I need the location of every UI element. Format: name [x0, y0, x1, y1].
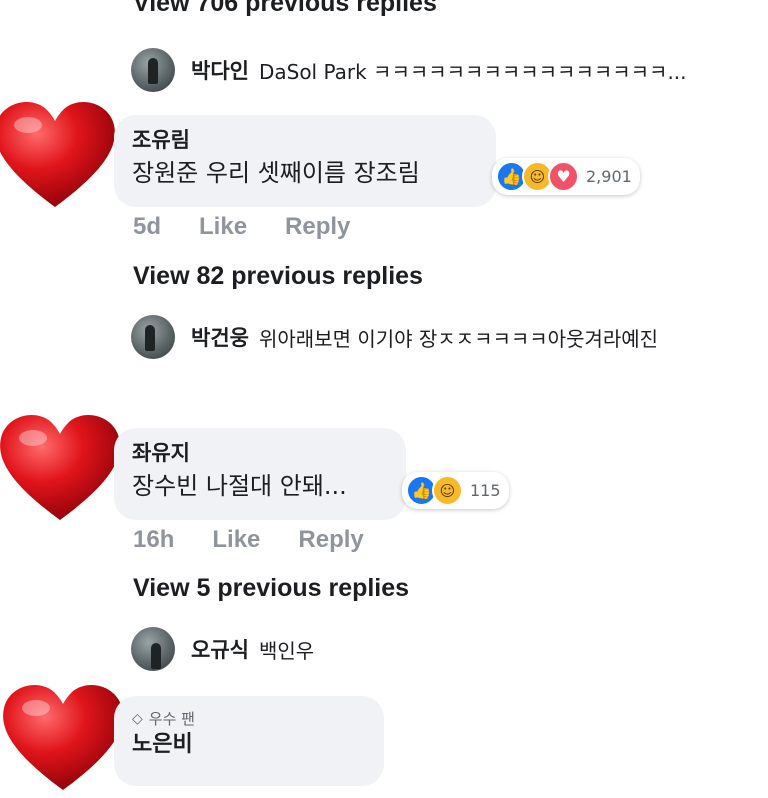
- reply-row: 오규식 백인우: [131, 627, 314, 671]
- comment-timestamp[interactable]: 5d: [133, 213, 161, 241]
- comment-text: 장수빈 나절대 안돼...: [132, 472, 347, 500]
- like-link[interactable]: Like: [199, 213, 247, 241]
- heart-icon: [0, 102, 115, 207]
- view-previous-replies-link[interactable]: View 706 previous replies: [133, 0, 437, 18]
- like-link[interactable]: Like: [212, 526, 260, 554]
- reply-author-name[interactable]: 박건웅: [191, 322, 249, 352]
- comment-author-name[interactable]: 노은비: [132, 730, 366, 760]
- badge-label: 우수 팬: [148, 710, 195, 728]
- top-fan-badge: ◇ 우수 팬: [132, 708, 366, 730]
- avatar[interactable]: [131, 48, 175, 92]
- reply-author-name[interactable]: 박다인: [191, 55, 249, 85]
- love-reaction-icon: ♥: [548, 161, 579, 192]
- comment-bubble: 조유림 장원준 우리 셋째이름 장조림: [114, 115, 496, 207]
- heart-icon: [0, 415, 120, 520]
- comment-meta: 16h Like Reply: [133, 526, 364, 554]
- reaction-count: 2,901: [586, 167, 632, 186]
- comment-bubble: ◇ 우수 팬 노은비: [114, 696, 384, 786]
- heart-icon: [3, 685, 123, 790]
- reply-row: 박다인 DaSol Park ㅋㅋㅋㅋㅋㅋㅋㅋㅋㅋㅋㅋㅋㅋㅋㅋ...: [131, 48, 687, 92]
- reply-link[interactable]: Reply: [298, 526, 363, 554]
- comment-text: 장원준 우리 셋째이름 장조림: [132, 159, 420, 187]
- comment-timestamp[interactable]: 16h: [133, 526, 174, 554]
- reaction-count: 115: [470, 481, 501, 500]
- reply-text: 위아래보면 이기야 장ㅈㅈㅋㅋㅋㅋ아웃겨라예진: [258, 326, 659, 351]
- reply-link[interactable]: Reply: [285, 213, 350, 241]
- reply-author-name[interactable]: 오규식: [191, 634, 249, 664]
- reply-text: 백인우: [258, 638, 315, 663]
- comment-meta: 5d Like Reply: [133, 213, 350, 241]
- avatar[interactable]: [131, 315, 175, 359]
- reply-row: 박건웅 위아래보면 이기야 장ㅈㅈㅋㅋㅋㅋ아웃겨라예진: [131, 315, 658, 359]
- view-previous-replies-link[interactable]: View 82 previous replies: [133, 262, 423, 291]
- comment-author-name[interactable]: 좌유지: [132, 438, 388, 468]
- reactions-summary[interactable]: 👍 ☺ ♥ 2,901: [492, 158, 640, 195]
- comment-author-name[interactable]: 조유림: [132, 125, 478, 155]
- reply-text: DaSol Park ㅋㅋㅋㅋㅋㅋㅋㅋㅋㅋㅋㅋㅋㅋㅋㅋ...: [258, 59, 687, 84]
- comment-bubble: 좌유지 장수빈 나절대 안돼...: [114, 428, 406, 520]
- reactions-summary[interactable]: 👍 ☺ 115: [402, 472, 509, 509]
- haha-reaction-icon: ☺: [432, 475, 463, 506]
- avatar[interactable]: [131, 627, 175, 671]
- diamond-icon: ◇: [132, 711, 143, 727]
- view-previous-replies-link[interactable]: View 5 previous replies: [133, 574, 409, 603]
